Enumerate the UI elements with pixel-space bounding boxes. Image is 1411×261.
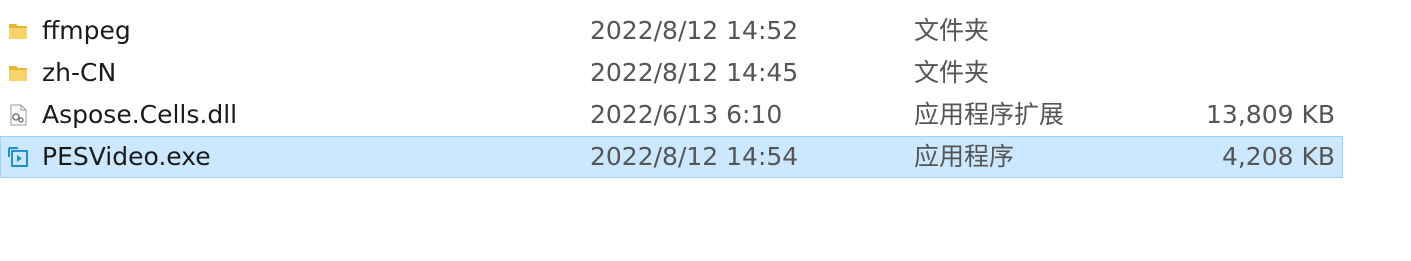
file-row-ffmpeg[interactable]: ffmpeg 2022/8/12 14:52 文件夹 (0, 10, 1343, 52)
file-type: 应用程序扩展 (914, 100, 1065, 129)
file-size: 4,208 KB (1221, 142, 1335, 171)
file-row-zh-cn[interactable]: zh-CN 2022/8/12 14:45 文件夹 (0, 52, 1343, 94)
file-size: 13,809 KB (1206, 100, 1335, 129)
folder-icon (6, 19, 30, 43)
exe-app-icon (6, 145, 30, 169)
file-name: PESVideo.exe (42, 142, 211, 171)
file-name: zh-CN (42, 58, 117, 87)
file-date: 2022/8/12 14:52 (590, 16, 799, 45)
folder-icon (6, 61, 30, 85)
file-type: 文件夹 (914, 16, 990, 45)
file-type: 应用程序 (914, 142, 1015, 171)
file-date: 2022/6/13 6:10 (590, 100, 783, 129)
dll-file-icon (6, 103, 30, 127)
file-name: ffmpeg (42, 16, 131, 45)
file-row-pesvideo-exe[interactable]: PESVideo.exe 2022/8/12 14:54 应用程序 4,208 … (0, 136, 1343, 178)
file-type: 文件夹 (914, 58, 990, 87)
file-list: ffmpeg 2022/8/12 14:52 文件夹 zh-CN 2022/8/… (0, 10, 1343, 178)
file-name: Aspose.Cells.dll (42, 100, 238, 129)
file-date: 2022/8/12 14:54 (590, 142, 799, 171)
file-date: 2022/8/12 14:45 (590, 58, 799, 87)
file-row-aspose-cells-dll[interactable]: Aspose.Cells.dll 2022/6/13 6:10 应用程序扩展 1… (0, 94, 1343, 136)
